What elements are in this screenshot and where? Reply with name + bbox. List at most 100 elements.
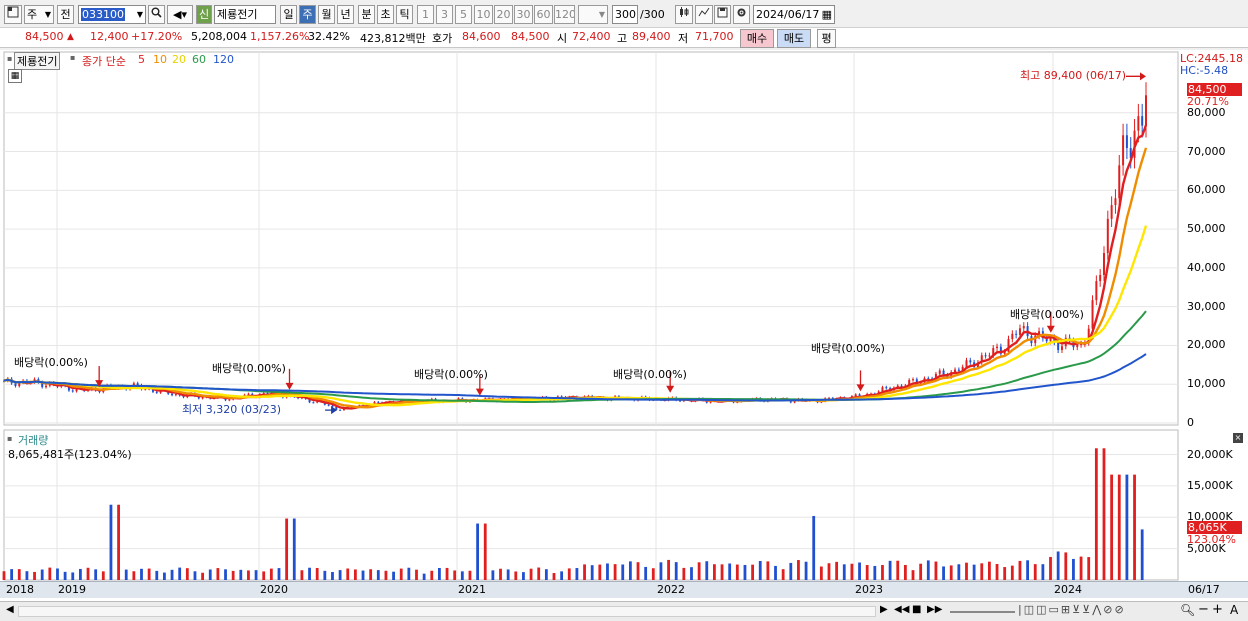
volume-bar — [644, 566, 648, 580]
interval-30[interactable]: 30 — [514, 5, 533, 24]
prev-button[interactable]: 전 — [57, 5, 74, 24]
price-change: 12,400 — [90, 30, 129, 43]
bid-price: 84,600 — [462, 30, 501, 43]
drawing-tools-icons[interactable]: |◫◫▭⊞⊻⊻⋀⊘⊘ — [1018, 603, 1126, 616]
scroll-left-icon[interactable]: ◀ — [6, 604, 14, 615]
volume-bar — [499, 568, 502, 580]
candle-body — [247, 393, 250, 395]
bar-count-input[interactable]: 300 — [612, 5, 638, 24]
zoom-icon[interactable]: 🔍︎ — [1180, 603, 1195, 617]
horizontal-scrollbar[interactable] — [18, 606, 876, 617]
volume-bar — [376, 570, 380, 580]
volume-bar — [636, 562, 640, 580]
tab-month[interactable]: 월 — [318, 5, 335, 24]
settings-icon[interactable] — [733, 5, 750, 24]
interval-60[interactable]: 60 — [534, 5, 553, 24]
volume-bar — [942, 566, 945, 580]
high-annotation: 최고 89,400 (06/17) — [1020, 69, 1127, 82]
close-panel-icon[interactable]: × — [1233, 433, 1243, 443]
volume-bar — [850, 563, 854, 580]
legend-stock-name[interactable]: 제룡전기 — [14, 52, 61, 70]
legend-ma5[interactable]: 5 — [138, 53, 145, 66]
flat-button[interactable]: 평 — [817, 29, 836, 48]
volume-bar — [988, 561, 991, 580]
volume-bar — [934, 561, 938, 580]
volume-bar — [613, 564, 617, 580]
calculator-icon[interactable]: ▦ — [8, 69, 22, 83]
price-tick: 50,000 — [1187, 222, 1226, 236]
volume-bar — [965, 562, 968, 580]
custom-interval-select[interactable]: ▼ — [578, 5, 608, 24]
volume-menu-icon[interactable]: ▪ — [7, 434, 12, 443]
forward-icon[interactable]: ▶▶ — [927, 604, 942, 615]
interval-1[interactable]: 1 — [417, 5, 434, 24]
candle-body — [854, 394, 857, 397]
candle-body — [327, 404, 330, 406]
interval-10[interactable]: 10 — [474, 5, 493, 24]
candle-type-icon[interactable] — [675, 5, 693, 24]
font-size-icon[interactable]: A — [1230, 603, 1238, 617]
tab-tick[interactable]: 틱 — [396, 5, 413, 24]
high-label: 고 — [617, 32, 628, 45]
volume-bar — [514, 571, 518, 580]
price-tick: 30,000 — [1187, 299, 1226, 313]
quote-bar: 84,500 ▲ 12,400 +17.20% 5,208,004 1,157.… — [0, 28, 1248, 48]
volume-bar — [621, 564, 625, 580]
candle-body — [1114, 198, 1117, 206]
low-annotation: 최저 3,320 (03/23) — [182, 403, 282, 416]
volume-bar — [216, 568, 220, 580]
volume-bar — [185, 568, 189, 580]
low-label: 저 — [678, 32, 689, 45]
stop-icon[interactable]: ■ — [912, 604, 921, 615]
legend-ma10[interactable]: 10 — [153, 53, 167, 66]
sell-button[interactable]: 매도 — [777, 29, 811, 48]
save-icon[interactable] — [714, 5, 731, 24]
ask-price: 84,500 — [511, 30, 550, 43]
rewind-icon[interactable]: ◀◀ — [894, 604, 909, 615]
volume-bar — [819, 566, 823, 580]
interval-120[interactable]: 120 — [554, 5, 575, 24]
volume-bar — [56, 568, 59, 580]
interval-3[interactable]: 3 — [436, 5, 453, 24]
tab-week[interactable]: 주 — [299, 5, 316, 24]
interval-20[interactable]: 20 — [494, 5, 513, 24]
volume-bar — [124, 569, 128, 580]
draw-line-icon[interactable] — [695, 5, 713, 24]
candle-body — [927, 378, 930, 380]
legend-ma60[interactable]: 60 — [192, 53, 206, 66]
tab-year[interactable]: 년 — [337, 5, 354, 24]
volume-bar — [583, 564, 586, 580]
volume-bar — [926, 560, 930, 580]
tab-day[interactable]: 일 — [280, 5, 297, 24]
volume-bar — [193, 571, 197, 580]
volume-bar — [560, 571, 564, 580]
chart-layout-icon[interactable] — [4, 5, 22, 24]
volume-bar — [1064, 552, 1068, 580]
date-input[interactable]: 2024/06/17 ▦ — [753, 5, 835, 24]
volume-bar — [1125, 474, 1129, 580]
scroll-right-icon[interactable]: ▶ — [880, 604, 888, 615]
candle-body — [14, 383, 17, 387]
volume-bar — [361, 570, 365, 580]
period-select[interactable]: 주 ▼ — [24, 5, 54, 24]
zoom-out-icon[interactable]: − — [1198, 602, 1209, 617]
buy-button[interactable]: 매수 — [740, 29, 774, 48]
search-icon[interactable] — [148, 5, 165, 24]
tab-minute[interactable]: 분 — [358, 5, 375, 24]
speaker-icon[interactable]: ◀▾ — [167, 5, 193, 24]
legend-ma20[interactable]: 20 — [172, 53, 186, 66]
zoom-in-icon[interactable]: + — [1212, 602, 1223, 617]
legend-ma120[interactable]: 120 — [213, 53, 234, 66]
candle-body — [1022, 326, 1025, 329]
interval-5[interactable]: 5 — [455, 5, 472, 24]
volume-bar — [140, 568, 143, 580]
zoom-slider[interactable] — [950, 611, 1015, 613]
candle-body — [71, 390, 74, 392]
stock-code-input[interactable]: 033100 ▼ — [78, 5, 146, 24]
volume-bar — [812, 516, 816, 580]
calendar-icon[interactable]: ▦ — [822, 6, 832, 23]
legend-menu-icon[interactable]: ▪ — [7, 54, 12, 63]
tab-second[interactable]: 초 — [377, 5, 394, 24]
volume-bar — [651, 568, 655, 580]
volume-tick: 10,000K — [1187, 510, 1233, 524]
